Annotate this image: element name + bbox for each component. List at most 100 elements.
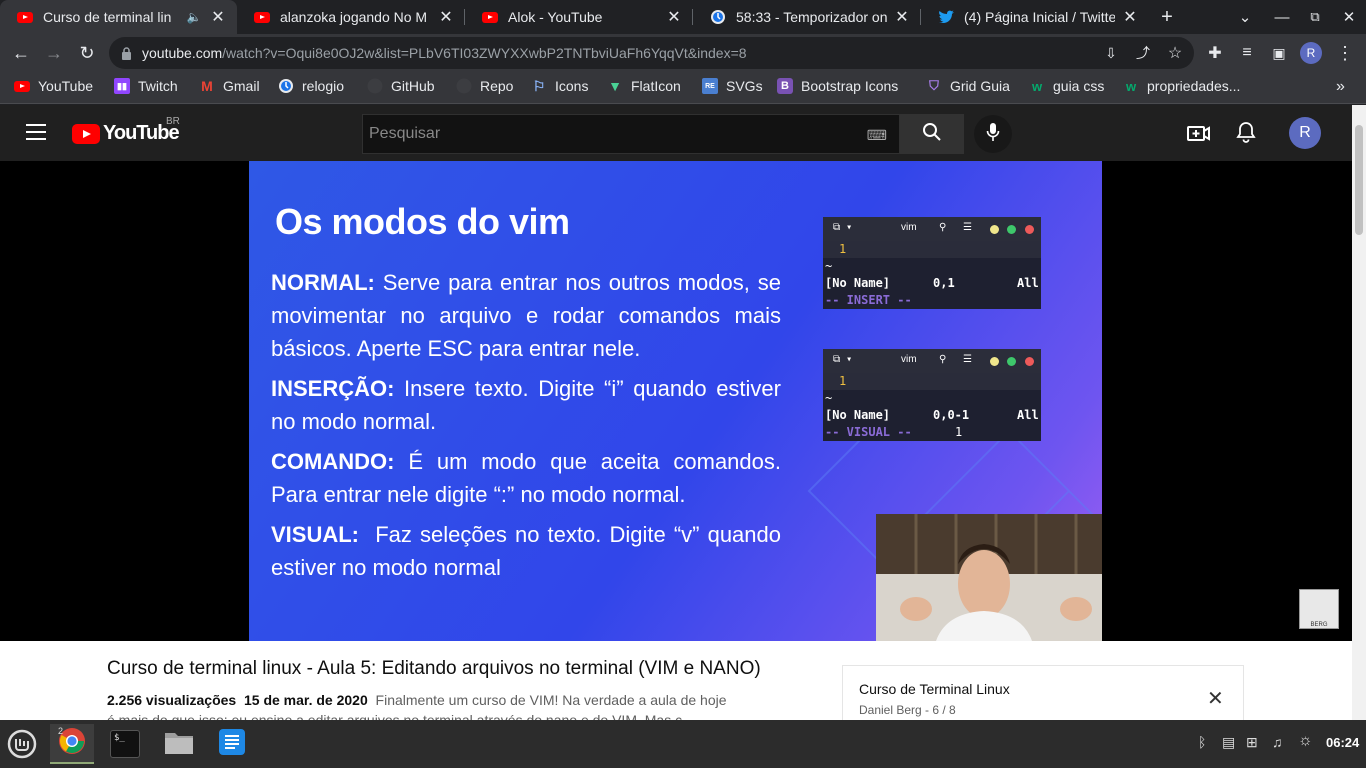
bookmark-icons[interactable]: ⚐ Icons (531, 77, 589, 95)
youtube-logo[interactable]: YouTube BR (72, 116, 180, 145)
bootstrap-icon: B (777, 78, 793, 94)
playlist-title[interactable]: Curso de Terminal Linux (859, 681, 1010, 697)
bookmark-flaticon[interactable]: ▼ FlatIcon (607, 78, 681, 94)
back-button[interactable]: ← (6, 38, 36, 68)
bookmark-guia-css[interactable]: w guia css (1029, 78, 1104, 94)
bookmark-gmail[interactable]: M Gmail (199, 78, 259, 94)
close-dot-icon (1025, 225, 1034, 234)
bookmark-github[interactable]: GitHub (367, 78, 435, 94)
youtube-play-icon (72, 123, 100, 144)
restore-button[interactable]: ⧉ (1298, 0, 1332, 34)
tab-twitter[interactable]: (4) Página Inicial / Twitte ✕ (921, 0, 1149, 34)
status-all: All (1017, 276, 1039, 290)
sound-icon[interactable]: ♫ (1272, 734, 1283, 750)
vim-statusline: [No Name] 0,0-1 All (823, 407, 1041, 424)
bookmark-grid-guia[interactable]: ⛉ Grid Guia (926, 78, 1010, 94)
channel-watermark[interactable]: BERG (1299, 589, 1339, 629)
install-icon[interactable]: ⇩ (1096, 38, 1126, 68)
bookmark-label: Repo (480, 78, 514, 94)
vim-statusline: [No Name] 0,1 All (823, 275, 1041, 292)
bookmarks-overflow-button[interactable]: » (1336, 78, 1345, 96)
new-tab-button[interactable]: + (1150, 0, 1184, 34)
tab-close-icon[interactable]: ✕ (209, 7, 227, 27)
mode-name: INSERÇÃO: (271, 376, 395, 401)
slide-title: Os modos do vim (275, 201, 570, 242)
bookmark-star-icon[interactable]: ☆ (1160, 38, 1190, 68)
media-control-icon[interactable]: ≡ (1232, 38, 1262, 68)
tab-close-icon[interactable]: ✕ (665, 7, 683, 27)
address-bar[interactable]: youtube.com/watch?v=Oqui8e0OJ2w&list=PLb… (109, 37, 1194, 69)
bookmark-propriedades[interactable]: w propriedades... (1123, 78, 1240, 94)
clipboard-icon[interactable]: ▤ (1222, 734, 1235, 751)
keyboard-icon[interactable]: ⌨ (867, 127, 887, 144)
mint-menu-icon[interactable] (0, 724, 44, 764)
playlist-panel: Curso de Terminal Linux Daniel Berg - 6 … (842, 665, 1244, 725)
w3-icon: w (1125, 78, 1137, 94)
close-playlist-icon[interactable]: ✕ (1207, 686, 1224, 711)
video-title: Curso de terminal linux - Aula 5: Editan… (107, 658, 761, 679)
taskbar-text-editor[interactable] (210, 724, 254, 764)
tab-search-chevron-icon[interactable]: ⌄ (1228, 0, 1262, 34)
side-panel-icon[interactable]: ▣ (1264, 38, 1294, 68)
clock[interactable]: 06:24 (1326, 735, 1359, 750)
notifications-bell-icon[interactable] (1236, 121, 1256, 148)
tab-close-icon[interactable]: ✕ (437, 7, 455, 27)
video-player[interactable]: Os modos do vim NORMAL: Serve para entra… (0, 161, 1352, 641)
bookmark-twitch[interactable]: ▮▮ Twitch (114, 78, 178, 94)
browser-toolbar: ← → ↻ youtube.com/watch?v=Oqui8e0OJ2w&li… (0, 34, 1366, 72)
bookmark-label: Grid Guia (950, 78, 1010, 94)
scrollbar-thumb[interactable] (1355, 125, 1363, 235)
tab-close-icon[interactable]: ✕ (1121, 7, 1139, 27)
bookmark-svgs[interactable]: RE SVGs (702, 78, 763, 94)
mode-visual: VISUAL: Faz seleções no texto. Digite “v… (271, 518, 781, 584)
page-scrollbar[interactable] (1352, 105, 1366, 720)
tab-curso-terminal[interactable]: Curso de terminal lin 🔈 ✕ (0, 0, 237, 34)
minimize-button[interactable]: — (1265, 0, 1299, 34)
youtube-icon (17, 9, 33, 25)
status-name: [No Name] (825, 276, 891, 290)
bookmark-youtube[interactable]: YouTube (14, 78, 93, 94)
profile-button[interactable]: R (1296, 38, 1326, 68)
voice-search-button[interactable] (974, 115, 1012, 153)
extensions-icon[interactable]: ✚ (1200, 38, 1230, 68)
forward-button[interactable]: → (39, 38, 69, 68)
account-avatar[interactable]: R (1289, 117, 1321, 149)
brightness-icon[interactable]: ☼ (1298, 732, 1313, 750)
tab-alanzoka[interactable]: alanzoka jogando No M ✕ (237, 0, 465, 34)
search-input[interactable]: Pesquisar ⌨ (362, 114, 900, 154)
youtube-icon (14, 78, 30, 94)
tab-close-icon[interactable]: ✕ (893, 7, 911, 27)
bookmark-label: Twitch (138, 78, 178, 94)
status-position: 0,0-1 (933, 408, 970, 422)
vim-titlebar: ⧉ ▾ vim ⚲ ☰ (823, 217, 1041, 241)
vim-mode-line: -- VISUAL -- 1 (823, 424, 1041, 441)
w3-icon: w (1031, 78, 1043, 94)
video-info: Curso de terminal linux - Aula 5: Editan… (0, 641, 1352, 748)
bookmark-repo[interactable]: Repo (456, 78, 513, 94)
taskbar-files[interactable] (157, 724, 201, 764)
tab-alok[interactable]: Alok - YouTube ✕ (465, 0, 693, 34)
taskbar-chrome[interactable]: 2 (50, 724, 94, 764)
share-icon[interactable]: ⤴ (1128, 38, 1158, 68)
vim-window-visual: ⧉ ▾ vim ⚲ ☰ 1 ~ [No Name] 0,0-1 All -- VIS… (823, 349, 1041, 441)
bookmark-bootstrap-icons[interactable]: B Bootstrap Icons (777, 78, 898, 94)
create-video-icon[interactable] (1187, 122, 1211, 149)
search-button[interactable] (900, 114, 964, 154)
vim-line-number: 1 (823, 241, 1041, 258)
flag-icon: ⚐ (532, 77, 546, 94)
status-all: All (1017, 408, 1039, 422)
maximize-dot-icon (1007, 225, 1016, 234)
menu-kebab-icon[interactable]: ⋮ (1330, 38, 1360, 68)
bookmark-label: Bootstrap Icons (801, 78, 899, 94)
hamburger-menu-icon[interactable] (26, 124, 46, 140)
tab-temporizador[interactable]: 58:33 - Temporizador on ✕ (693, 0, 921, 34)
reload-button[interactable]: ↻ (72, 38, 102, 68)
taskbar-terminal[interactable]: $_ (103, 724, 147, 764)
bookmark-relogio[interactable]: relogio (278, 78, 344, 94)
network-icon[interactable]: ⊞ (1246, 734, 1258, 751)
close-window-button[interactable]: ✕ (1332, 0, 1366, 34)
microphone-icon (986, 122, 1000, 147)
speaker-icon[interactable]: 🔈 (185, 10, 203, 24)
bluetooth-icon[interactable]: ᛒ (1198, 734, 1206, 750)
upload-date: 15 de mar. de 2020 (243, 692, 368, 708)
